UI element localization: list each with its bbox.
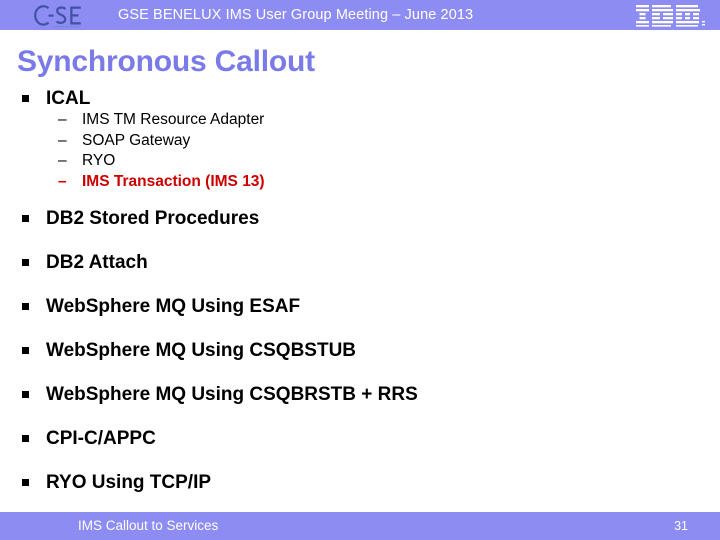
slide: GSE BENELUX IMS User Group Meeting – Jun… [0,0,720,540]
square-bullet-icon [22,340,36,362]
page-number: 31 [674,519,688,533]
header-band: GSE BENELUX IMS User Group Meeting – Jun… [0,0,720,30]
sub-bullet-list-ical: – IMS TM Resource Adapter – SOAP Gateway… [0,110,720,192]
gse-logo-icon [28,1,104,30]
square-bullet-icon [22,208,36,230]
bullet-item-mq-csqbstub: WebSphere MQ Using CSQBSTUB [0,340,720,362]
bullet-item-cpi-c-appc: CPI-C/APPC [0,428,720,450]
bullet-label: WebSphere MQ Using CSQBSTUB [46,340,357,361]
spacer [0,362,720,384]
dash-bullet-icon: – [58,111,67,128]
sub-bullet-label: SOAP Gateway [82,131,191,149]
spacer [0,274,720,296]
bullet-item-db2-stored-procedures: DB2 Stored Procedures [0,208,720,230]
spacer [0,192,720,208]
bullet-item-db2-attach: DB2 Attach [0,252,720,274]
sub-bullet-item: – IMS TM Resource Adapter [0,110,720,131]
ibm-logo-icon [636,5,708,27]
sub-bullet-item: – SOAP Gateway [0,131,720,152]
square-bullet-icon [22,296,36,318]
bullet-label: ICAL [46,88,91,109]
sub-bullet-label: IMS Transaction (IMS 13) [82,172,265,190]
spacer [0,406,720,428]
footer-text: IMS Callout to Services [78,518,219,533]
square-bullet-icon [22,384,36,406]
dash-bullet-icon: – [58,152,67,169]
bullet-label: DB2 Stored Procedures [46,208,260,229]
slide-content: Synchronous Callout ICAL – IMS TM Resour… [0,30,720,512]
bullet-item-ical: ICAL [0,88,720,110]
bullet-item-ryo-tcpip: RYO Using TCP/IP [0,472,720,494]
sub-bullet-item-highlighted: – IMS Transaction (IMS 13) [0,172,720,193]
sub-bullet-label: RYO [82,152,116,169]
dash-bullet-icon: – [58,131,67,149]
square-bullet-icon [22,428,36,450]
spacer [0,450,720,472]
bullet-item-mq-esaf: WebSphere MQ Using ESAF [0,296,720,318]
sub-bullet-label: IMS TM Resource Adapter [82,111,265,128]
header-title: GSE BENELUX IMS User Group Meeting – Jun… [118,7,474,23]
page-title: Synchronous Callout [17,45,315,78]
bullet-item-mq-csqbrstb-rrs: WebSphere MQ Using CSQBRSTB + RRS [0,384,720,406]
dash-bullet-icon: – [58,172,67,190]
bullet-label: WebSphere MQ Using ESAF [46,296,301,317]
square-bullet-icon [22,88,36,110]
bullet-label: DB2 Attach [46,252,148,273]
square-bullet-icon [22,472,36,494]
spacer [0,318,720,340]
bullet-label: RYO Using TCP/IP [46,472,212,493]
bullet-label: CPI-C/APPC [46,428,156,449]
bullet-list: ICAL – IMS TM Resource Adapter – SOAP Ga… [0,88,720,494]
square-bullet-icon [22,252,36,274]
bullet-label: WebSphere MQ Using CSQBRSTB + RRS [46,384,418,405]
sub-bullet-item: – RYO [0,151,720,172]
spacer [0,230,720,252]
footer-band: IMS Callout to Services 31 [0,512,720,540]
